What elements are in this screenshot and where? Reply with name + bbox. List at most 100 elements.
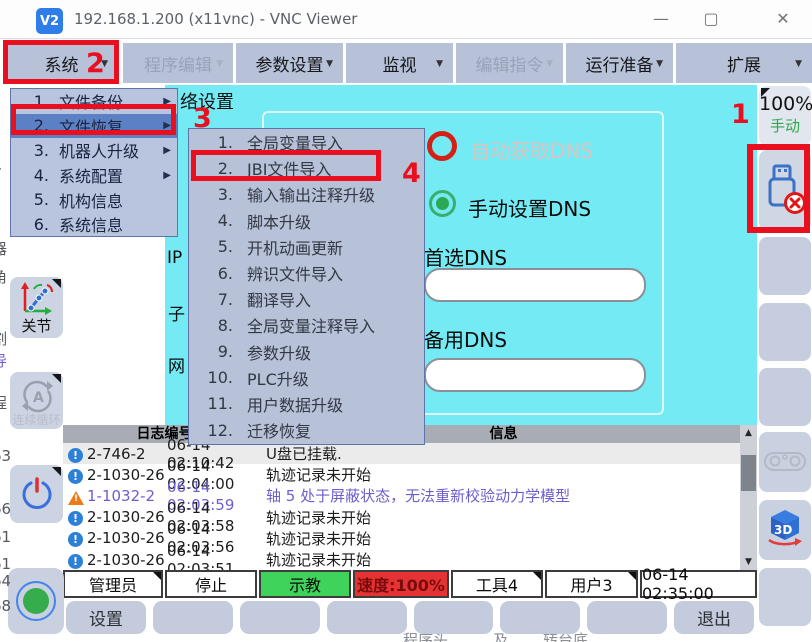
menu-parameter-settings[interactable]: 参数设置 ▼ <box>236 43 343 83</box>
edge-fragment: 61 <box>0 528 10 546</box>
submenu-item-global-var-comment-import[interactable]: 8.全局变量注释导入 <box>189 312 424 338</box>
submenu-item-identify-file-import[interactable]: 6.辨识文件导入 <box>189 260 424 286</box>
menu-label: 运行准备 <box>586 51 654 76</box>
log-time: 06-14 02:03:51 <box>167 542 266 570</box>
menu-item-system-config[interactable]: 4.系统配置▶ <box>11 163 177 188</box>
menu-item-system-info[interactable]: 6.系统信息 <box>11 212 177 237</box>
blank-button[interactable] <box>587 601 667 634</box>
edge-fragment: 61 <box>0 555 10 573</box>
menu-item-robot-upgrade[interactable]: 3.机器人升级▶ <box>11 138 177 163</box>
settings-button[interactable]: 设置 <box>66 601 146 634</box>
blank-side-button[interactable] <box>759 368 811 426</box>
radio-manual-dns-icon[interactable] <box>429 190 456 217</box>
log-row[interactable]: ! 2-1030-26 06-14 02:03:51 轨迹记录未开始 <box>63 549 740 570</box>
log-scrollbar[interactable]: ▲ ▼ <box>740 425 757 570</box>
status-mode-badge[interactable]: 示教 <box>259 570 351 598</box>
exit-button[interactable]: 退出 <box>674 601 754 634</box>
annotation-number-2: 2 <box>86 48 105 79</box>
submenu-item-parameter-upgrade[interactable]: 9.参数升级 <box>189 339 424 365</box>
status-speed-badge[interactable]: 速度:100% <box>353 570 449 598</box>
backup-dns-input[interactable] <box>424 358 646 392</box>
submenu-item-migration-restore[interactable]: 12.迁移恢复 <box>189 417 424 443</box>
edge-fragment: 64 <box>0 572 10 590</box>
close-icon[interactable]: ✕ <box>770 0 796 38</box>
log-row[interactable]: ! 2-1030-26 06-14 02:03:58 轨迹记录未开始 <box>63 507 740 528</box>
submenu-item-boot-animation-update[interactable]: 5.开机动画更新 <box>189 234 424 260</box>
menu-label: 参数设置 <box>256 51 324 76</box>
blank-button[interactable] <box>153 601 233 634</box>
blank-side-button[interactable] <box>759 568 811 626</box>
power-icon <box>20 477 54 511</box>
blank-side-button[interactable] <box>759 303 811 361</box>
start-button[interactable] <box>8 568 64 634</box>
joint-mode-button[interactable]: 关节 <box>10 277 63 338</box>
status-tool[interactable]: 工具4 <box>451 570 543 598</box>
scroll-up-icon[interactable]: ▲ <box>740 425 757 441</box>
controller-button[interactable] <box>759 432 811 492</box>
log-row[interactable]: ! 2-1030-26 06-14 02:04:00 轨迹记录未开始 <box>63 464 740 485</box>
radio-auto-dns-icon[interactable] <box>427 131 457 161</box>
edge-fragment: 程 <box>0 392 10 413</box>
menu-run-prepare[interactable]: 运行准备 ▼ <box>566 43 673 83</box>
mode-value: 手动 <box>759 115 811 136</box>
edge-fragment: 4 <box>0 158 10 176</box>
vnc-viewer-window: 络设置 自动获取DNS 手动设置DNS 首选DNS 备用DNS IP 子 网 日… <box>0 0 812 642</box>
vnc-logo: V2 <box>36 8 63 34</box>
view-3d-button[interactable]: 3D <box>759 500 811 560</box>
menu-edit-command: 编辑指令 ▼ <box>456 43 563 83</box>
status-user-frame[interactable]: 用户3 <box>545 570 638 598</box>
menu-extension[interactable]: 扩展 ▼ <box>676 43 812 83</box>
info-icon: ! <box>68 469 83 484</box>
preferred-dns-label: 首选DNS <box>424 242 507 271</box>
status-clock: 06-14 02:35:00 <box>640 570 757 598</box>
annotation-number-3: 3 <box>193 103 212 134</box>
caret-down-icon: ▼ <box>656 59 663 69</box>
blank-button[interactable] <box>240 601 320 634</box>
blank-button[interactable] <box>500 601 580 634</box>
maximize-icon[interactable]: ▢ <box>698 0 724 38</box>
minimize-icon[interactable]: — <box>648 0 674 38</box>
bottom-button-row: 设置 退出 <box>66 601 754 634</box>
speed-mode-button[interactable]: 100% 手动 <box>759 86 811 146</box>
status-user-level[interactable]: 管理员 <box>63 570 163 598</box>
submenu-item-script-upgrade[interactable]: 4.脚本升级 <box>189 208 424 234</box>
blank-side-button[interactable] <box>759 237 811 295</box>
status-run-state[interactable]: 停止 <box>165 570 257 598</box>
caret-down-icon: ▼ <box>436 59 443 69</box>
preferred-dns-input[interactable] <box>424 268 646 302</box>
3d-cube-label: 3D <box>774 523 792 537</box>
blank-button[interactable] <box>327 601 407 634</box>
submenu-item-translation-import[interactable]: 7.翻译导入 <box>189 286 424 312</box>
log-row[interactable]: ! 1-1032-2 06-14 02:03:59 轴 5 处于屏蔽状态，无法重… <box>63 485 740 506</box>
edge-fragment: 角 <box>0 266 10 287</box>
gateway-label-fragment: 网 <box>168 352 190 377</box>
scrollbar-thumb[interactable] <box>741 455 756 491</box>
menu-monitor[interactable]: 监视 ▼ <box>346 43 453 83</box>
joint-button-label: 关节 <box>10 315 63 336</box>
info-icon: ! <box>68 511 83 526</box>
window-title: 192.168.1.200 (x11vnc) - VNC Viewer <box>74 0 357 38</box>
submenu-item-user-data-upgrade[interactable]: 11.用户数据升级 <box>189 391 424 417</box>
caret-down-icon: ▼ <box>546 59 553 69</box>
radio-dot <box>436 197 449 210</box>
start-ring-icon <box>16 581 56 621</box>
title-bar[interactable]: V2 192.168.1.200 (x11vnc) - VNC Viewer —… <box>0 0 812 39</box>
subnet-label-fragment: 子 <box>168 300 190 325</box>
log-row[interactable]: ! 2-746-2 06-14 02:10:42 U盘已挂载. <box>63 443 740 464</box>
log-id: 2-1030-26 <box>87 529 167 547</box>
annotation-box-jbi-import <box>191 150 381 181</box>
continuous-loop-button[interactable]: A 连续循环 <box>10 372 63 429</box>
power-button[interactable] <box>10 465 63 523</box>
blank-button[interactable] <box>414 601 494 634</box>
submenu-item-io-comment-upgrade[interactable]: 3.输入输出注释升级 <box>189 181 424 207</box>
submenu-item-plc-upgrade[interactable]: 10.PLC升级 <box>189 365 424 391</box>
game-controller-icon <box>762 445 808 479</box>
log-row[interactable]: ! 2-1030-26 06-14 02:03:56 轨迹记录未开始 <box>63 528 740 549</box>
log-id: 1-1032-2 <box>87 487 167 505</box>
start-dot-icon <box>23 588 49 614</box>
annotation-box-usb <box>747 144 810 233</box>
menu-item-mechanism-info[interactable]: 5.机构信息 <box>11 187 177 212</box>
log-id: 2-1030-26 <box>87 508 167 526</box>
log-message: 轨迹记录未开始 <box>266 507 740 528</box>
edge-fragment: 63 <box>0 447 10 465</box>
